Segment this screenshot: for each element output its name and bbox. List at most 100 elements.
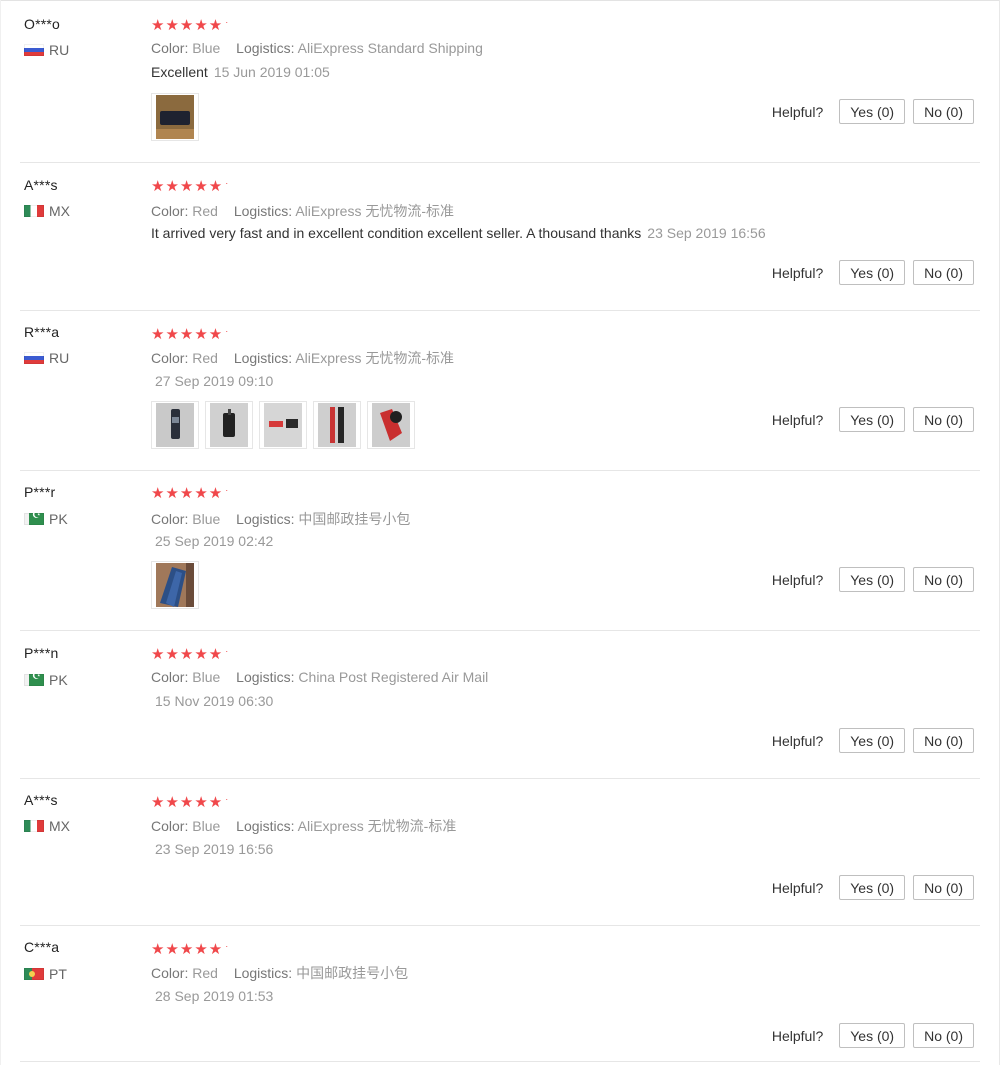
review-item: A***s MX ★★★★★ · Color: Blue Logistics: A… <box>0 778 1000 926</box>
review-photo-thumbnail[interactable] <box>259 401 307 449</box>
color-label: Color: <box>151 40 189 56</box>
color-label: Color: <box>151 965 189 981</box>
color-value: Red <box>192 203 218 219</box>
reviewer-name: P***r <box>24 484 56 500</box>
product-photo-image <box>156 95 194 139</box>
review-attributes: Color: Red Logistics: 中国邮政挂号小包 <box>151 963 408 983</box>
review-date: 27 Sep 2019 09:10 <box>155 373 274 389</box>
stars-icon: ★★★★★ <box>151 178 224 195</box>
review-divider <box>20 1061 980 1062</box>
reviewer-name: C***a <box>24 939 60 955</box>
helpful-yes-button[interactable]: Yes (0) <box>839 1023 906 1048</box>
mexico-flag-icon <box>24 820 44 832</box>
russia-flag-icon <box>24 44 44 56</box>
review-attributes: Color: Blue Logistics: AliExpress 无忧物流-标… <box>151 816 456 836</box>
country-code: PT <box>49 966 67 982</box>
color-label: Color: <box>151 203 189 219</box>
stars-icon: ★★★★★ <box>151 17 224 34</box>
logistics-value: AliExpress 无忧物流-标准 <box>295 203 454 219</box>
helpful-controls: Helpful? Yes (0) No (0) <box>772 1023 974 1048</box>
color-value: Red <box>192 350 218 366</box>
helpful-yes-button[interactable]: Yes (0) <box>839 99 906 124</box>
star-rating: ★★★★★ · <box>151 485 230 502</box>
reviewer-name: R***a <box>24 324 60 340</box>
helpful-label: Helpful? <box>771 1027 824 1044</box>
helpful-no-button[interactable]: No (0) <box>913 1023 974 1048</box>
product-photo-image <box>156 403 194 447</box>
review-photo-thumbnail[interactable] <box>205 401 253 449</box>
reviewer-name: P***n <box>24 645 59 661</box>
review-item: P***r PK ★★★★★· Color: Blue Logistics: 中… <box>0 470 1000 631</box>
logistics-value: China Post Registered Air Mail <box>298 669 489 685</box>
product-photo-image <box>156 563 194 607</box>
helpful-controls: Helpful? Yes (0) No (0) <box>772 875 974 900</box>
product-photo-image <box>210 403 248 447</box>
helpful-no-button[interactable]: No (0) <box>913 728 974 753</box>
logistics-value: AliExpress 无忧物流-标准 <box>295 350 454 366</box>
review-item: A***s MX ★★★★★ · Color: Red Logistics: Al… <box>0 162 1000 311</box>
review-photo-thumbnail[interactable] <box>151 561 199 609</box>
helpful-label: Helpful? <box>771 103 824 120</box>
feedback-text: It arrived very fast and in excellent co… <box>151 225 642 241</box>
helpful-no-button[interactable]: No (0) <box>913 567 974 592</box>
color-value: Red <box>192 965 218 981</box>
star-rating: ★★★★★ · <box>151 647 229 663</box>
logistics-label: Logistics: <box>233 965 293 981</box>
helpful-label: Helpful? <box>771 732 824 749</box>
star-rating: ★★★★★ · <box>151 326 229 343</box>
helpful-yes-button[interactable]: Yes (0) <box>839 407 906 432</box>
portugal-flag-icon <box>24 968 44 980</box>
star-rating: ★★★★★ · <box>151 941 230 958</box>
pakistan-flag-icon <box>24 671 44 686</box>
country-code: MX <box>49 818 70 834</box>
helpful-no-button[interactable]: No (0) <box>913 875 974 900</box>
review-photo-thumbnail[interactable] <box>367 401 415 449</box>
country-code: RU <box>49 42 70 58</box>
reviewer-country: PT <box>24 966 67 982</box>
logistics-label: Logistics: <box>236 669 295 685</box>
country-code: PK <box>49 511 68 527</box>
helpful-yes-button[interactable]: Yes (0) <box>839 567 906 592</box>
stars-icon: ★★★★★ <box>151 326 224 343</box>
review-photo-thumbnail[interactable] <box>313 401 361 449</box>
star-rating: ★★★★★ · <box>151 178 230 195</box>
color-label: Color: <box>151 669 189 685</box>
star-dot-icon: · <box>225 178 230 188</box>
star-dot-icon: · <box>225 941 230 951</box>
review-photos <box>151 93 199 141</box>
review-photos <box>151 561 199 609</box>
logistics-value: AliExpress Standard Shipping <box>297 40 483 56</box>
helpful-no-button[interactable]: No (0) <box>913 407 974 432</box>
stars-icon: ★★★★★ <box>151 941 224 958</box>
helpful-yes-button[interactable]: Yes (0) <box>839 875 906 900</box>
helpful-yes-button[interactable]: Yes (0) <box>839 260 906 285</box>
review-attributes: Color: Blue Logistics: AliExpress Standa… <box>151 40 483 56</box>
reviewer-country: MX <box>24 203 70 219</box>
helpful-controls: Helpful? Yes (0) No (0) <box>772 728 974 753</box>
star-dot-icon: · <box>225 17 230 27</box>
color-value: Blue <box>192 818 221 834</box>
russia-flag-icon <box>24 352 44 364</box>
product-photo-image <box>372 403 410 447</box>
helpful-no-button[interactable]: No (0) <box>913 99 974 124</box>
star-dot-icon: · <box>225 485 230 495</box>
review-photo-thumbnail[interactable] <box>151 93 199 141</box>
helpful-label: Helpful? <box>771 571 824 588</box>
stars-icon: ★★★★★ <box>151 485 224 502</box>
stars-icon: ★★★★★ <box>151 794 224 811</box>
review-date: 25 Sep 2019 02:42 <box>155 533 274 549</box>
country-code: PK <box>49 672 68 688</box>
reviewer-country: RU <box>24 42 69 58</box>
pakistan-flag-icon <box>24 510 44 525</box>
helpful-label: Helpful? <box>771 264 824 281</box>
helpful-yes-button[interactable]: Yes (0) <box>839 728 906 753</box>
review-photo-thumbnail[interactable] <box>151 401 199 449</box>
product-photo-image <box>264 403 302 447</box>
review-feedback: It arrived very fast and in excellent co… <box>151 225 766 241</box>
reviewer-country: MX <box>24 818 70 834</box>
country-code: MX <box>49 203 70 219</box>
star-rating: ★★★★★ · <box>151 794 229 811</box>
helpful-no-button[interactable]: No (0) <box>913 260 974 285</box>
review-feedback: Excellent 15 Jun 2019 01:05 <box>151 64 330 80</box>
review-date: 23 Sep 2019 16:56 <box>155 841 274 857</box>
